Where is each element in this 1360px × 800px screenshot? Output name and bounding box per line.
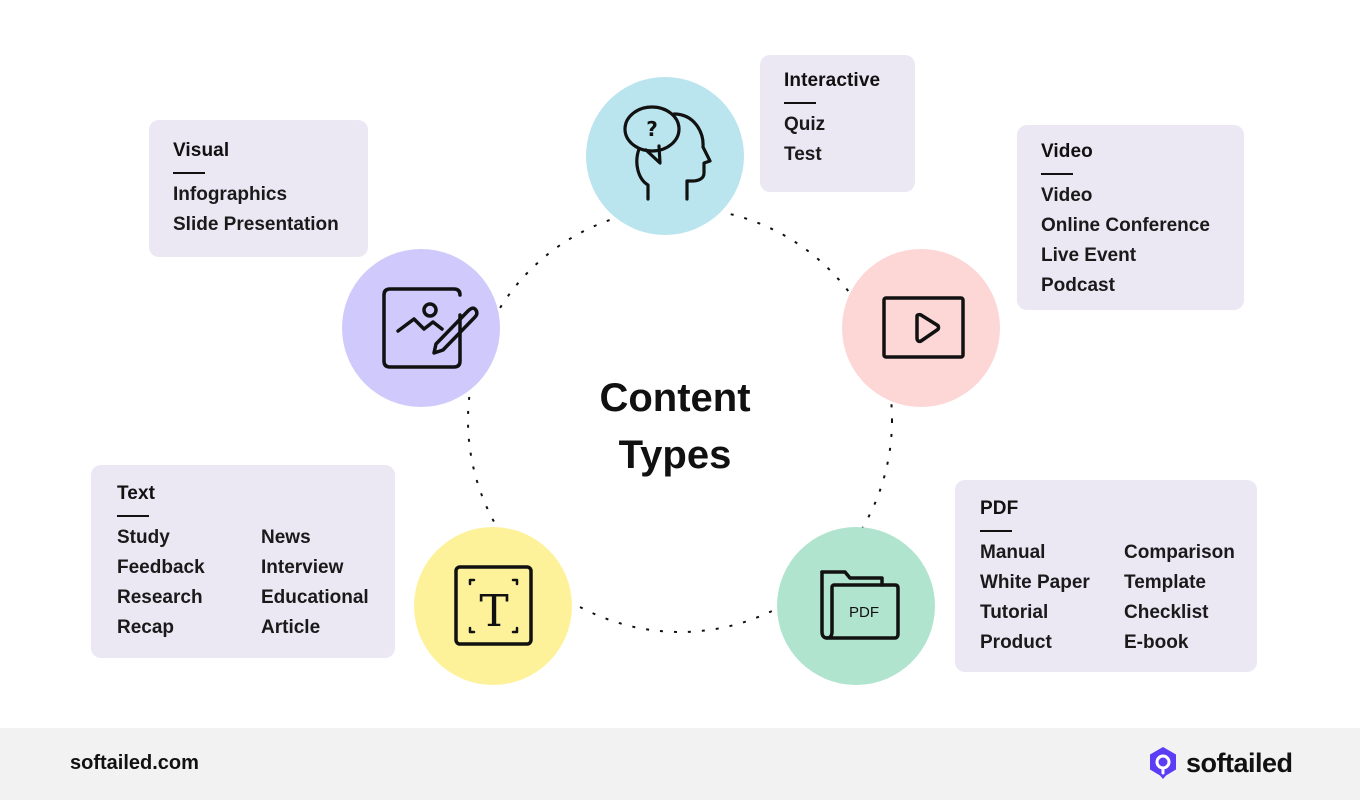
list-item: Study xyxy=(117,527,170,548)
softailed-logo-icon xyxy=(1150,747,1176,779)
list-item: Interview xyxy=(261,557,344,578)
video-play-icon xyxy=(882,296,965,359)
svg-text:?: ? xyxy=(646,117,658,141)
video-node xyxy=(842,249,1000,407)
heading-rule xyxy=(173,172,205,174)
list-item: Slide Presentation xyxy=(173,214,339,235)
list-item: Article xyxy=(261,617,321,638)
list-item: Quiz xyxy=(784,114,826,135)
heading-rule xyxy=(980,530,1012,532)
card-heading: Text xyxy=(117,483,156,504)
visual-card: Visual Infographics Slide Presentation xyxy=(149,120,368,257)
visual-node xyxy=(342,249,500,407)
pdf-folder-icon: PDF xyxy=(820,570,900,640)
list-item: Podcast xyxy=(1041,275,1115,296)
brand-name: softailed xyxy=(1186,747,1293,778)
heading-rule xyxy=(1041,173,1073,175)
pdf-node: PDF xyxy=(777,527,935,685)
pdf-card: PDF Manual Comparison White Paper Templa… xyxy=(955,480,1257,672)
list-item: E-book xyxy=(1124,632,1189,653)
video-card: Video Video Online Conference Live Event… xyxy=(1017,125,1244,310)
list-item: Tutorial xyxy=(980,602,1049,623)
list-item: Product xyxy=(980,632,1052,653)
title-line-2: Types xyxy=(618,433,732,477)
list-item: Video xyxy=(1041,185,1093,206)
list-item: Online Conference xyxy=(1041,215,1210,236)
site-url[interactable]: softailed.com xyxy=(70,752,199,775)
interactive-node: ? xyxy=(586,77,744,235)
list-item: Live Event xyxy=(1041,245,1137,266)
text-frame-icon: T xyxy=(454,565,533,646)
list-item: Comparison xyxy=(1124,542,1235,563)
heading-rule xyxy=(784,102,816,104)
diagram-title: Content Types xyxy=(540,370,810,484)
footer: softailed.com softailed xyxy=(0,728,1360,800)
brand-logo[interactable]: softailed xyxy=(1148,746,1293,780)
interactive-card: Interactive Quiz Test xyxy=(760,55,915,192)
list-item: Infographics xyxy=(173,184,288,205)
pdf-icon-label: PDF xyxy=(849,604,879,621)
card-heading: Interactive xyxy=(784,70,881,91)
list-item: Feedback xyxy=(117,557,205,578)
card-heading: Visual xyxy=(173,140,230,161)
list-item: Test xyxy=(784,144,822,165)
list-item: Checklist xyxy=(1124,602,1209,623)
list-item: White Paper xyxy=(980,572,1090,593)
list-item: Recap xyxy=(117,617,175,638)
list-item: News xyxy=(261,527,311,548)
card-heading: PDF xyxy=(980,498,1019,519)
card-heading: Video xyxy=(1041,141,1093,162)
text-node: T xyxy=(414,527,572,685)
title-line-1: Content xyxy=(599,376,751,420)
image-edit-icon xyxy=(382,287,479,369)
text-card: Text Study News Feedback Interview Resea… xyxy=(91,465,395,658)
svg-text:T: T xyxy=(479,586,508,637)
list-item: Research xyxy=(117,587,203,608)
list-item: Manual xyxy=(980,542,1046,563)
heading-rule xyxy=(117,515,149,517)
list-item: Educational xyxy=(261,587,369,608)
head-question-icon: ? xyxy=(623,105,712,201)
list-item: Template xyxy=(1124,572,1207,593)
